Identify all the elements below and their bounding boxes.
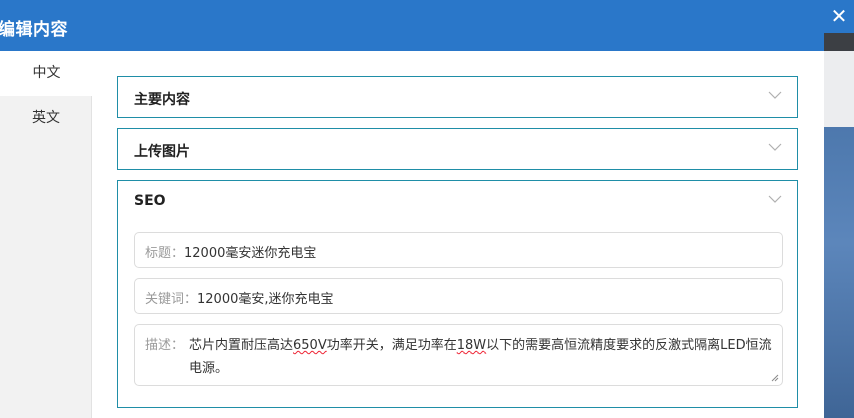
panel-main-content-title: 主要内容 xyxy=(134,92,190,108)
desc-spellcheck-1: 650V xyxy=(293,338,327,353)
panel-main-content-header[interactable]: 主要内容 xyxy=(118,77,797,117)
panel-seo-title: SEO xyxy=(134,193,166,209)
panel-upload-image-header[interactable]: 上传图片 xyxy=(118,129,797,169)
panel-upload-image: 上传图片 xyxy=(117,128,798,170)
background-image xyxy=(824,127,854,418)
chevron-down-icon[interactable] xyxy=(767,191,783,207)
desc-spellcheck-2: 18W xyxy=(456,338,487,353)
tab-chinese[interactable]: 中文 xyxy=(0,51,93,96)
seo-title-row: 标题：12000毫安迷你充电宝 xyxy=(145,242,316,261)
background-page xyxy=(824,0,854,418)
tab-english[interactable]: 英文 xyxy=(0,96,92,141)
chevron-down-icon[interactable] xyxy=(767,139,783,155)
seo-title-value[interactable]: 12000毫安迷你充电宝 xyxy=(184,246,316,261)
seo-keywords-field[interactable]: 关键词：12000毫安,迷你充电宝 xyxy=(134,278,783,314)
close-button[interactable]: ✕ xyxy=(824,0,854,33)
resize-handle-icon[interactable] xyxy=(771,374,779,382)
desc-part-2: 功率开关，满足功率在 xyxy=(326,338,457,353)
panel-main-content: 主要内容 xyxy=(117,76,798,118)
seo-description-value[interactable]: 芯片内置耐压高达650V功率开关，满足功率在18W以下的需要高恒流精度要求的反激… xyxy=(189,334,779,380)
seo-description-field[interactable]: 描述： 芯片内置耐压高达650V功率开关，满足功率在18W以下的需要高恒流精度要… xyxy=(134,324,783,386)
dialog-title: 编辑内容 xyxy=(0,20,68,40)
panel-upload-image-title: 上传图片 xyxy=(134,144,190,160)
desc-part-1: 芯片内置耐压高达 xyxy=(189,338,294,353)
edit-content-dialog: 编辑内容 中文 英文 主要内容 上传图片 SEO 标题：12000毫安迷你充电宝 xyxy=(0,0,824,418)
panel-seo: SEO 标题：12000毫安迷你充电宝 关键词：12000毫安,迷你充电宝 描述… xyxy=(117,180,798,408)
seo-description-label: 描述： xyxy=(145,338,185,353)
seo-keywords-row: 关键词：12000毫安,迷你充电宝 xyxy=(145,288,334,307)
language-sidebar: 中文 英文 xyxy=(0,51,93,418)
seo-title-label: 标题： xyxy=(145,246,185,261)
seo-title-field[interactable]: 标题：12000毫安迷你充电宝 xyxy=(134,232,783,268)
panel-seo-header[interactable]: SEO xyxy=(118,181,797,221)
background-content xyxy=(824,51,854,127)
seo-keywords-label: 关键词： xyxy=(145,292,198,307)
chevron-down-icon[interactable] xyxy=(767,87,783,103)
dialog-header: 编辑内容 xyxy=(0,0,824,51)
close-icon[interactable]: ✕ xyxy=(831,4,848,28)
seo-keywords-value[interactable]: 12000毫安,迷你充电宝 xyxy=(197,292,334,307)
background-toolbar xyxy=(824,33,854,51)
